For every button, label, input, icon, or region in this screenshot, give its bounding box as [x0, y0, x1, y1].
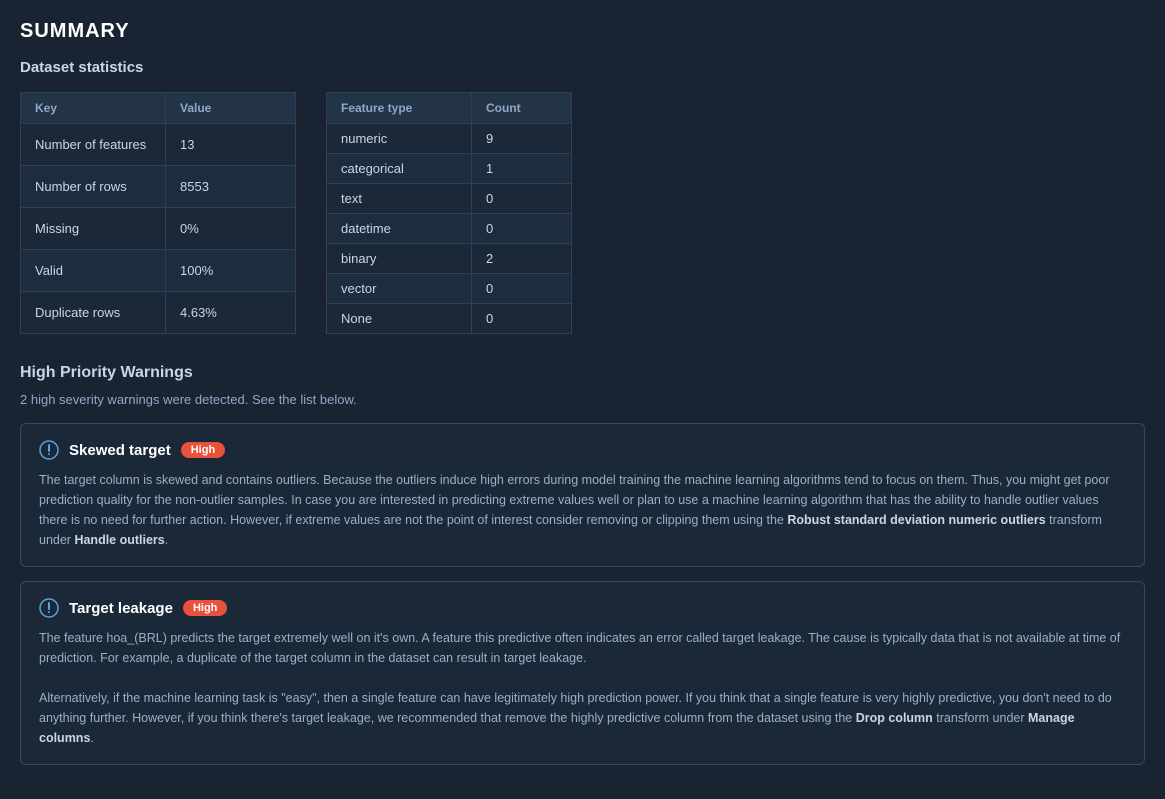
target-leakage-header: Target leakage High	[39, 598, 1126, 618]
feature-type-cell: numeric	[327, 124, 472, 154]
key-cell: Duplicate rows	[21, 292, 166, 334]
dataset-statistics-section: Dataset statistics Key Value Number of f…	[20, 59, 1145, 334]
target-leakage-title: Target leakage	[69, 600, 173, 617]
target-leakage-card: Target leakage High The feature hoa_(BRL…	[20, 581, 1145, 765]
skewed-target-header: Skewed target High	[39, 440, 1126, 460]
feature-type-cell: categorical	[327, 154, 472, 184]
table-row: categorical1	[327, 154, 572, 184]
feature-type-cell: None	[327, 304, 472, 334]
value-cell: 0%	[166, 208, 296, 250]
count-column-header: Count	[472, 93, 572, 124]
skewed-target-title: Skewed target	[69, 442, 171, 459]
table-row: Number of features13	[21, 124, 296, 166]
feature-type-cell: binary	[327, 244, 472, 274]
key-cell: Valid	[21, 250, 166, 292]
table-row: text0	[327, 184, 572, 214]
table-row: numeric9	[327, 124, 572, 154]
key-cell: Number of features	[21, 124, 166, 166]
count-cell: 9	[472, 124, 572, 154]
feature-type-table: Feature type Count numeric9categorical1t…	[326, 92, 572, 334]
target-leakage-badge: High	[183, 600, 227, 616]
feature-type-cell: datetime	[327, 214, 472, 244]
count-cell: 0	[472, 214, 572, 244]
statistics-tables-row: Key Value Number of features13Number of …	[20, 92, 1145, 334]
value-cell: 100%	[166, 250, 296, 292]
skewed-target-body: The target column is skewed and contains…	[39, 470, 1126, 550]
target-leakage-body: The feature hoa_(BRL) predicts the targe…	[39, 628, 1126, 748]
key-cell: Number of rows	[21, 166, 166, 208]
table-row: datetime0	[327, 214, 572, 244]
table-row: Missing0%	[21, 208, 296, 250]
high-priority-section: High Priority Warnings 2 high severity w…	[20, 364, 1145, 765]
count-cell: 2	[472, 244, 572, 274]
skewed-target-badge: High	[181, 442, 225, 458]
skewed-target-card: Skewed target High The target column is …	[20, 423, 1145, 567]
warnings-subtitle: 2 high severity warnings were detected. …	[20, 392, 1145, 407]
count-cell: 0	[472, 184, 572, 214]
table-row: None0	[327, 304, 572, 334]
value-cell: 8553	[166, 166, 296, 208]
dataset-statistics-title: Dataset statistics	[20, 59, 1145, 76]
table-row: Duplicate rows4.63%	[21, 292, 296, 334]
key-cell: Missing	[21, 208, 166, 250]
page-title: SUMMARY	[20, 20, 1145, 43]
feature-type-cell: vector	[327, 274, 472, 304]
feature-type-column-header: Feature type	[327, 93, 472, 124]
value-column-header: Value	[166, 93, 296, 124]
table-row: Number of rows8553	[21, 166, 296, 208]
table-row: binary2	[327, 244, 572, 274]
key-column-header: Key	[21, 93, 166, 124]
count-cell: 0	[472, 274, 572, 304]
key-value-table: Key Value Number of features13Number of …	[20, 92, 296, 334]
skewed-target-icon	[39, 440, 59, 460]
high-priority-title: High Priority Warnings	[20, 364, 1145, 382]
count-cell: 0	[472, 304, 572, 334]
value-cell: 4.63%	[166, 292, 296, 334]
feature-type-cell: text	[327, 184, 472, 214]
value-cell: 13	[166, 124, 296, 166]
table-row: vector0	[327, 274, 572, 304]
target-leakage-icon	[39, 598, 59, 618]
table-row: Valid100%	[21, 250, 296, 292]
count-cell: 1	[472, 154, 572, 184]
